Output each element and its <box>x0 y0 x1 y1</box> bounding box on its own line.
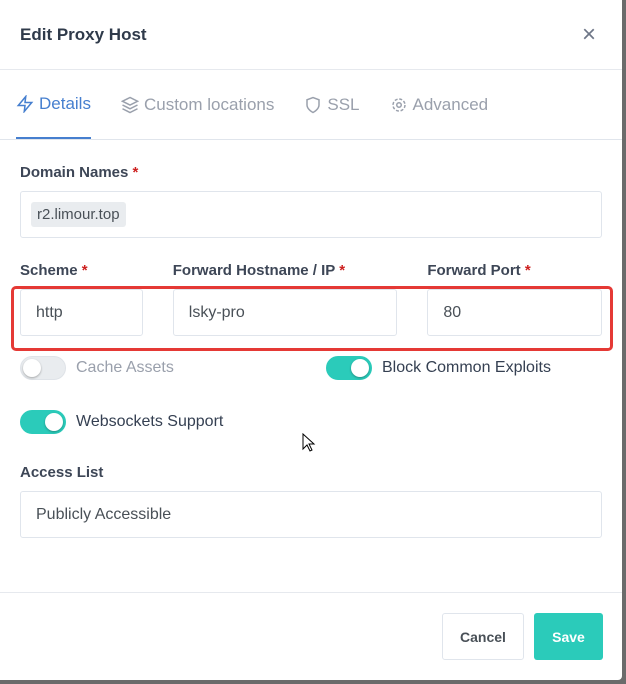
toggle-switch[interactable] <box>20 410 66 434</box>
mouse-cursor-icon <box>302 433 316 452</box>
gear-icon <box>391 97 406 112</box>
forward-hostname-label: Forward Hostname / IP * <box>172 262 346 279</box>
close-icon[interactable]: × <box>582 21 596 49</box>
modal-title: Edit Proxy Host <box>20 24 147 44</box>
tab-label: SSL <box>327 94 360 114</box>
domain-names-input[interactable]: r2.limour.top <box>20 191 602 238</box>
toggle-switch[interactable] <box>326 356 372 380</box>
tab-bar: Details Custom locations SSL Advanced <box>0 70 622 140</box>
lightning-icon <box>16 94 34 113</box>
scheme-label: Scheme * <box>20 262 88 279</box>
access-list-label: Access List <box>20 464 104 481</box>
access-list-select[interactable]: Publicly Accessible <box>20 491 602 538</box>
block-exploits-toggle[interactable]: Block Common Exploits <box>326 356 551 380</box>
forward-port-label: Forward Port * <box>427 262 531 279</box>
toggle-switch[interactable] <box>20 356 66 380</box>
domain-names-label: Domain Names * <box>20 164 139 181</box>
websockets-toggle[interactable]: Websockets Support <box>20 410 602 434</box>
modal-header: Edit Proxy Host × <box>0 0 622 70</box>
tab-ssl[interactable]: SSL <box>304 70 360 139</box>
edit-proxy-host-modal: Edit Proxy Host × Details Custom locatio… <box>0 0 622 680</box>
tab-label: Advanced <box>412 94 489 114</box>
tab-custom-locations[interactable]: Custom locations <box>120 70 275 139</box>
cache-assets-toggle[interactable]: Cache Assets <box>20 356 326 380</box>
layers-icon <box>120 96 139 113</box>
cancel-button[interactable]: Cancel <box>442 613 524 660</box>
tab-label: Custom locations <box>143 94 275 114</box>
domain-chip[interactable]: r2.limour.top <box>31 202 126 227</box>
tab-details[interactable]: Details <box>16 70 91 139</box>
modal-footer: Cancel Save <box>0 592 622 680</box>
shield-icon <box>306 96 321 113</box>
save-button[interactable]: Save <box>534 613 603 660</box>
highlight-box <box>11 286 613 351</box>
tab-label: Details <box>39 93 91 113</box>
tab-advanced[interactable]: Advanced <box>390 70 489 139</box>
